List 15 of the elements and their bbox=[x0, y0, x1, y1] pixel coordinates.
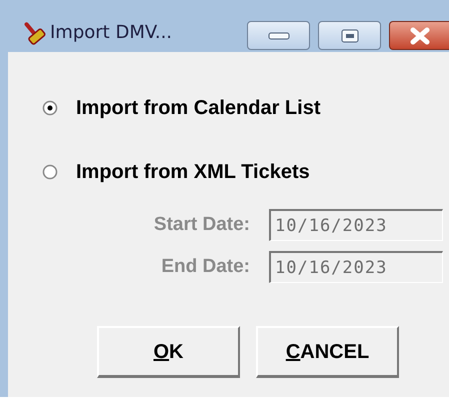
maximize-button[interactable] bbox=[318, 21, 381, 50]
radio-button[interactable] bbox=[42, 100, 58, 116]
minimize-button[interactable] bbox=[247, 21, 310, 50]
field-label: Start Date: bbox=[152, 212, 250, 237]
close-button[interactable] bbox=[389, 21, 449, 50]
option-label: Import from Calendar List bbox=[76, 96, 320, 121]
dialog-button[interactable]: OK bbox=[97, 326, 240, 378]
close-icon bbox=[408, 26, 432, 44]
minimize-icon bbox=[268, 32, 290, 40]
radio-button[interactable] bbox=[42, 164, 58, 180]
window-title: Import DMV... bbox=[50, 20, 172, 44]
dialog-button[interactable]: CANCEL bbox=[256, 326, 399, 378]
option-label: Import from XML Tickets bbox=[76, 160, 310, 185]
field-label: End Date: bbox=[160, 254, 250, 279]
maximize-icon bbox=[340, 28, 358, 42]
